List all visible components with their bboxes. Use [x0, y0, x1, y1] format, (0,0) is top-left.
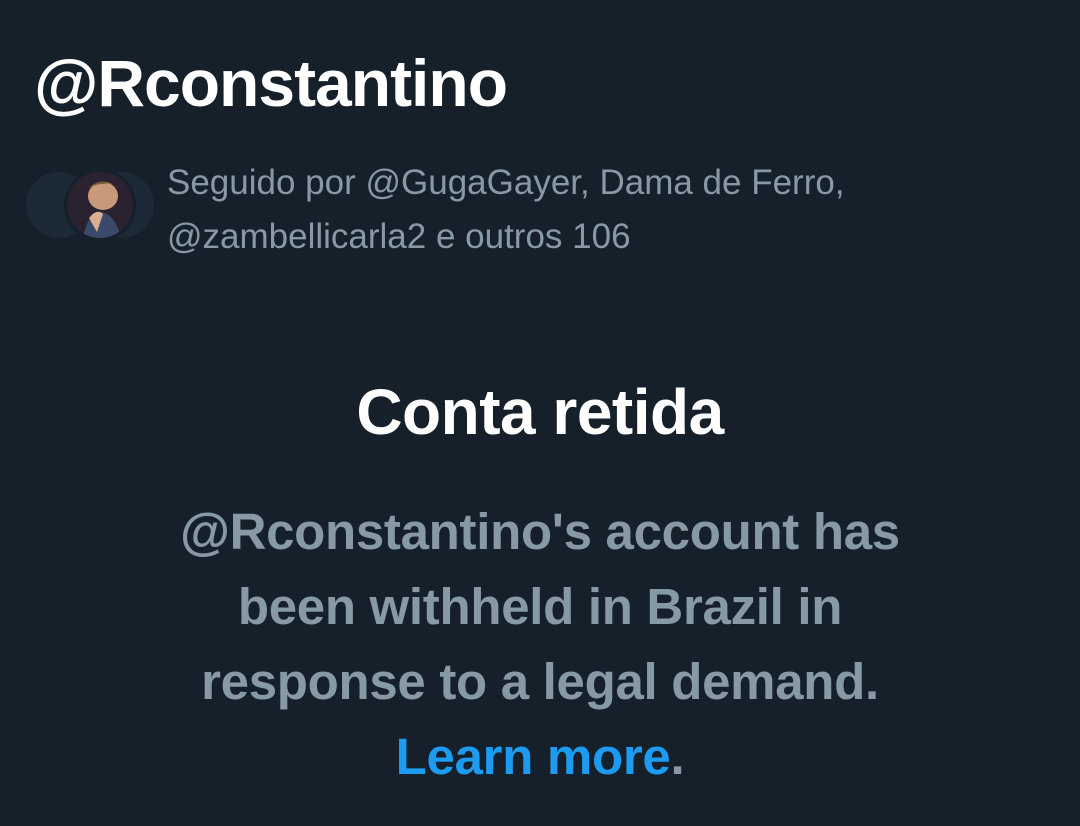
withheld-period: .: [670, 728, 685, 785]
followers-text: Seguido por @GugaGayer, Dama de Ferro, @…: [167, 163, 845, 256]
avatar-photo-icon: [67, 172, 133, 238]
withheld-message: @Rconstantino's account has been withhel…: [180, 503, 900, 710]
withheld-message-block: @Rconstantino's account has been withhel…: [130, 494, 950, 794]
learn-more-link[interactable]: Learn more: [396, 728, 671, 785]
avatar: [64, 169, 136, 241]
follower-avatars: [26, 169, 156, 241]
followers-you-know[interactable]: Seguido por @GugaGayer, Dama de Ferro, @…: [26, 156, 1066, 266]
withheld-notice: Conta retida @Rconstantino's account has…: [0, 380, 1080, 794]
profile-handle: @Rconstantino: [34, 46, 508, 120]
withheld-title: Conta retida: [356, 376, 724, 448]
